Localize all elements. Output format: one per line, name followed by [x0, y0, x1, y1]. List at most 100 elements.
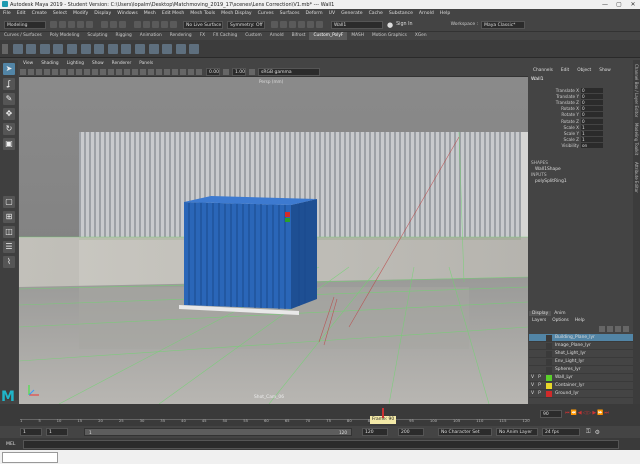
select-hierarchy-icon[interactable]: [101, 21, 108, 28]
move-layer-down-icon[interactable]: [607, 326, 613, 332]
vp-menu-show[interactable]: Show: [92, 61, 104, 66]
playback-start-field[interactable]: 1: [46, 428, 68, 436]
step-back-frame-icon[interactable]: ◀: [578, 410, 582, 416]
attr-visibility[interactable]: Visibility on: [529, 143, 633, 149]
open-scene-icon[interactable]: [59, 21, 66, 28]
shape-node[interactable]: Wall1Shape: [529, 167, 633, 172]
xray-icon[interactable]: [188, 68, 194, 75]
menu-generate[interactable]: Generate: [341, 11, 362, 16]
shelf-tab-fx[interactable]: FX: [196, 32, 209, 40]
channel-menu-channels[interactable]: Channels: [533, 68, 553, 73]
layer-tab-display[interactable]: Display: [529, 311, 552, 316]
shelf-separate-icon[interactable]: [175, 44, 186, 54]
close-button[interactable]: ✕: [626, 0, 640, 9]
select-object-icon[interactable]: [110, 21, 117, 28]
shadows-icon[interactable]: [148, 68, 154, 75]
snap-curve-icon[interactable]: [143, 21, 150, 28]
character-set-dropdown[interactable]: No Character Set: [438, 428, 492, 436]
textured-icon[interactable]: [132, 68, 138, 75]
auto-key-icon[interactable]: ⚿: [586, 428, 591, 436]
film-gate-icon[interactable]: [60, 68, 66, 75]
menu-help[interactable]: Help: [440, 11, 450, 16]
shelf-merge-icon[interactable]: [121, 44, 132, 54]
anim-layer-dropdown[interactable]: No Anim Layer: [496, 428, 538, 436]
two-pane-layout-icon[interactable]: ◫: [3, 226, 15, 238]
shelf-tab-rendering[interactable]: Rendering: [166, 32, 196, 40]
side-tab-modeling-toolkit[interactable]: Modeling Toolkit: [634, 123, 639, 155]
hypershade-icon[interactable]: [307, 21, 314, 28]
current-frame-field[interactable]: 90: [540, 410, 562, 418]
go-to-start-icon[interactable]: ⏮: [565, 410, 570, 416]
side-tab-channel-box[interactable]: Channel Box / Layer Editor: [634, 64, 639, 117]
undo-icon[interactable]: [77, 21, 84, 28]
shelf-bevel-icon[interactable]: [80, 44, 91, 54]
shelf-plane-icon[interactable]: [53, 44, 64, 54]
wireframe-on-shaded-icon[interactable]: [124, 68, 130, 75]
camera-attributes-icon[interactable]: [28, 68, 34, 75]
wireframe-icon[interactable]: [108, 68, 114, 75]
graph-layout-icon[interactable]: ⌇: [3, 256, 15, 268]
layer-color-swatch[interactable]: [546, 350, 552, 357]
shelf-delete-edge-icon[interactable]: [134, 44, 145, 54]
time-slider[interactable]: 1510152025303540455055606570758085909510…: [0, 404, 640, 426]
shelf-tab-fx-caching[interactable]: FX Caching: [209, 32, 241, 40]
field-chart-icon[interactable]: [84, 68, 90, 75]
safe-title-icon[interactable]: [100, 68, 106, 75]
arnold-render-view-icon[interactable]: [316, 21, 323, 28]
channel-menu-show[interactable]: Show: [599, 68, 611, 73]
play-forward-icon[interactable]: ▷: [587, 410, 591, 416]
menu-edit[interactable]: Edit: [17, 11, 26, 16]
shelf-tab-mash[interactable]: MASH: [347, 32, 368, 40]
layer-color-swatch[interactable]: [546, 390, 552, 397]
menu-select[interactable]: Select: [53, 11, 67, 16]
layer-menu-options[interactable]: Options: [549, 318, 572, 323]
maximize-button[interactable]: ▢: [612, 0, 626, 9]
layer-row[interactable]: VP Wall_Lyr: [529, 374, 633, 382]
single-perspective-layout-icon[interactable]: ▢: [3, 196, 15, 208]
history-icon[interactable]: [271, 21, 278, 28]
minimize-button[interactable]: —: [598, 0, 612, 9]
layer-row[interactable]: Image_Plane_lyr: [529, 342, 633, 350]
vp-menu-shading[interactable]: Shading: [41, 61, 58, 66]
menu-deform[interactable]: Deform: [306, 11, 323, 16]
shelf-uv-icon[interactable]: [189, 44, 200, 54]
menu-mesh[interactable]: Mesh: [144, 11, 156, 16]
vp-menu-lighting[interactable]: Lighting: [67, 61, 84, 66]
four-view-layout-icon[interactable]: ⊞: [3, 211, 15, 223]
shelf-tab-motion-graphics[interactable]: Motion Graphics: [368, 32, 411, 40]
layer-row[interactable]: Building_Plane_lyr: [529, 334, 633, 342]
layer-menu-layers[interactable]: Layers: [529, 318, 549, 323]
anti-aliasing-icon[interactable]: [172, 68, 178, 75]
shelf-bridge-icon[interactable]: [94, 44, 105, 54]
animation-start-field[interactable]: 1: [20, 428, 42, 436]
shelf-tab-custom-polyf[interactable]: Custom_PolyF: [309, 32, 348, 40]
command-language-label[interactable]: MEL: [6, 442, 15, 447]
playback-prefs-icon[interactable]: ⚙: [595, 429, 600, 436]
menu-substance[interactable]: Substance: [389, 11, 413, 16]
new-layer-from-selection-icon[interactable]: [623, 326, 629, 332]
workspace-dropdown[interactable]: Maya Classic*: [481, 20, 526, 29]
menu-cache[interactable]: Cache: [369, 11, 383, 16]
fps-dropdown[interactable]: 24 fps: [542, 428, 580, 436]
camera-select-icon[interactable]: [20, 68, 26, 75]
layer-color-swatch[interactable]: [546, 366, 552, 373]
menu-display[interactable]: Display: [94, 11, 111, 16]
layer-row[interactable]: Spheres_lyr: [529, 366, 633, 374]
ipr-render-icon[interactable]: [289, 21, 296, 28]
shelf-menu-icon[interactable]: [2, 44, 8, 54]
layer-color-swatch[interactable]: [546, 382, 552, 389]
user-icon[interactable]: ●: [387, 21, 393, 29]
redo-icon[interactable]: [86, 21, 93, 28]
new-empty-layer-icon[interactable]: [615, 326, 621, 332]
resolution-gate-icon[interactable]: [68, 68, 74, 75]
image-plane-icon[interactable]: [44, 68, 50, 75]
render-icon[interactable]: [280, 21, 287, 28]
step-back-key-icon[interactable]: ⏪: [571, 410, 577, 416]
shelf-tab-custom[interactable]: Custom: [241, 32, 265, 40]
gamma-icon[interactable]: [223, 68, 229, 75]
color-space-dropdown[interactable]: sRGB gamma: [258, 67, 320, 76]
lasso-tool-icon[interactable]: ʆ: [3, 78, 15, 90]
step-forward-key-icon[interactable]: ⏩: [597, 410, 603, 416]
layer-color-swatch[interactable]: [546, 374, 552, 381]
vp-menu-renderer[interactable]: Renderer: [112, 61, 132, 66]
